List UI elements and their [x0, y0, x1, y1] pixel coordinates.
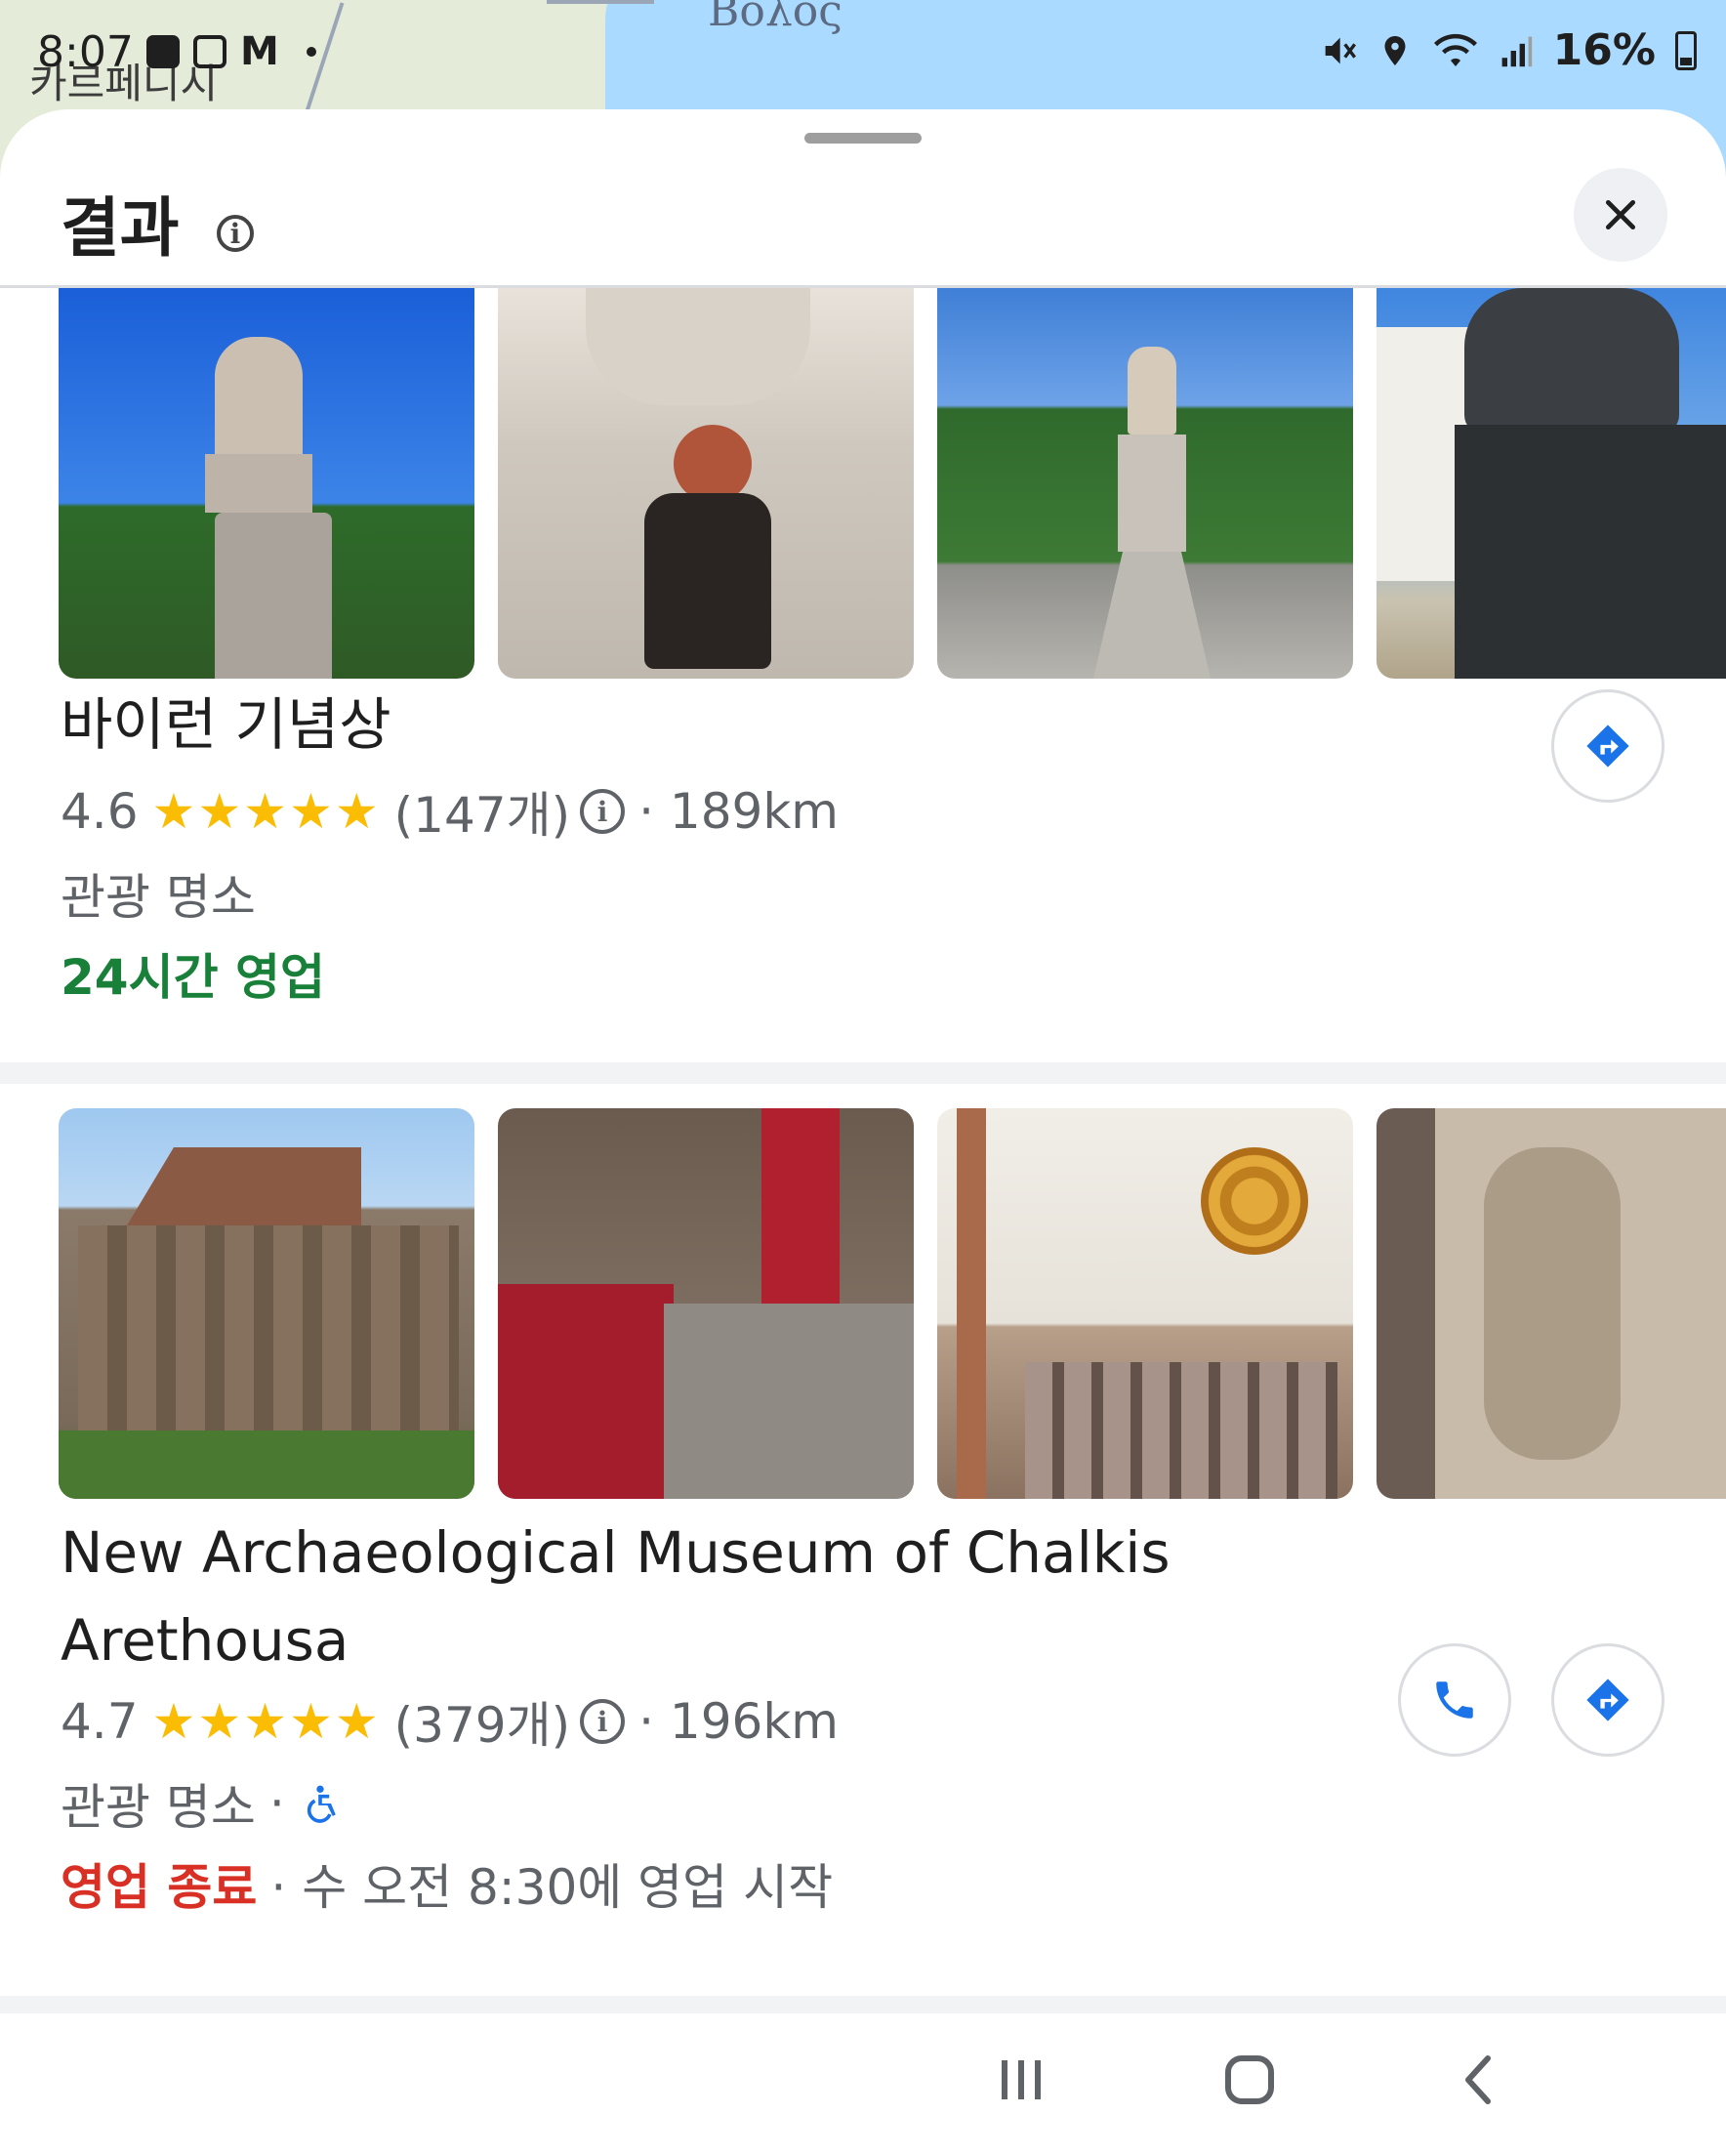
- home-icon: [1225, 2055, 1274, 2104]
- notification-icons: M: [146, 29, 316, 74]
- rating-row: 4.6 ★★★★★ (147개) i · 189km: [61, 776, 839, 847]
- rating-value: 4.7: [61, 1693, 139, 1750]
- hours-status-open: 24시간 영업: [61, 949, 325, 1006]
- directions-button[interactable]: [1551, 1643, 1664, 1757]
- distance: · 196km: [638, 1693, 839, 1750]
- recent-apps-button[interactable]: [996, 2052, 1047, 2111]
- close-icon: [1605, 199, 1636, 230]
- info-icon[interactable]: i: [580, 1699, 626, 1744]
- info-icon[interactable]: i: [217, 215, 254, 252]
- photo-video-person[interactable]: [498, 288, 914, 679]
- rating-stars: ★★★★★: [151, 1693, 381, 1750]
- navigation-bar: [0, 2013, 1726, 2156]
- close-button[interactable]: [1574, 168, 1667, 262]
- directions-icon: [1586, 725, 1629, 767]
- category: 관광 명소: [61, 1779, 256, 1836]
- mute-icon: [1325, 37, 1356, 63]
- review-count[interactable]: (379개): [394, 1686, 570, 1757]
- meta-separator: ·: [268, 1775, 285, 1832]
- battery-percentage: 16%: [1552, 25, 1656, 75]
- place-name-line-2[interactable]: Arethousa: [61, 1596, 349, 1684]
- status-time: 8:07: [37, 27, 134, 77]
- rating-value: 4.6: [61, 783, 139, 840]
- photo-statue-sky[interactable]: [59, 288, 474, 679]
- directions-button[interactable]: [1551, 689, 1664, 803]
- status-bar: 8:07 M 16%: [0, 0, 1726, 107]
- photo-horse-statue[interactable]: [1377, 288, 1726, 679]
- notification-app-icon: [146, 35, 180, 68]
- review-count[interactable]: (147개): [394, 776, 570, 847]
- home-button[interactable]: [1224, 2052, 1275, 2111]
- info-icon[interactable]: i: [580, 789, 626, 834]
- more-notifications-icon: [306, 47, 316, 57]
- photo-relief-sculpture[interactable]: [1377, 1108, 1726, 1499]
- call-button[interactable]: [1398, 1643, 1511, 1757]
- place-name[interactable]: 바이런 기념상: [61, 681, 391, 768]
- directions-icon: [1586, 1679, 1629, 1721]
- gmail-icon: M: [240, 29, 279, 74]
- location-icon: [1384, 35, 1406, 65]
- photo-monument-steps[interactable]: [937, 288, 1353, 679]
- result-card-museum[interactable]: New Archaeological Museum of Chalkis Are…: [0, 1108, 1726, 2124]
- results-sheet: 결과 i 바이런 기념상 4.6 ★★★★★ (147개) i · 189km …: [0, 109, 1726, 2156]
- phone-icon: [1436, 1681, 1473, 1719]
- sheet-header: 결과 i: [0, 158, 1726, 285]
- photo-carousel[interactable]: [59, 1108, 1726, 1499]
- rating-stars: ★★★★★: [151, 783, 381, 840]
- hours-status-closed: 영업 종료: [61, 1859, 258, 1916]
- category: 관광 명소: [61, 869, 256, 926]
- wheelchair-icon: [307, 1785, 336, 1823]
- hours-next-open: · 수 오전 8:30에 영업 시작: [270, 1859, 834, 1916]
- wifi-icon: [1433, 33, 1477, 66]
- distance: · 189km: [638, 783, 839, 840]
- photo-carousel[interactable]: [59, 288, 1726, 679]
- sheet-drag-handle[interactable]: [804, 133, 922, 144]
- sheet-title: 결과: [61, 190, 180, 266]
- place-name-line-1[interactable]: New Archaeological Museum of Chalkis: [61, 1509, 1171, 1596]
- back-icon: [1465, 2055, 1491, 2104]
- back-button[interactable]: [1455, 2052, 1505, 2111]
- result-card-byron[interactable]: 바이런 기념상 4.6 ★★★★★ (147개) i · 189km 관광 명소…: [0, 288, 1726, 1172]
- instagram-icon: [193, 35, 226, 68]
- card-separator: [0, 1062, 1726, 1084]
- recent-apps-icon: [1002, 2060, 1041, 2099]
- photo-museum-poster[interactable]: [937, 1108, 1353, 1499]
- photo-museum-interior[interactable]: [498, 1108, 914, 1499]
- hours-row: 영업 종료 · 수 오전 8:30에 영업 시작: [61, 1848, 833, 1919]
- rating-row: 4.7 ★★★★★ (379개) i · 196km: [61, 1686, 839, 1757]
- category-row: 관광 명소 ·: [61, 1768, 342, 1839]
- signal-icon: [1501, 36, 1532, 66]
- system-icons: 16%: [1319, 25, 1697, 75]
- photo-museum-building[interactable]: [59, 1108, 474, 1499]
- battery-icon: [1675, 30, 1697, 70]
